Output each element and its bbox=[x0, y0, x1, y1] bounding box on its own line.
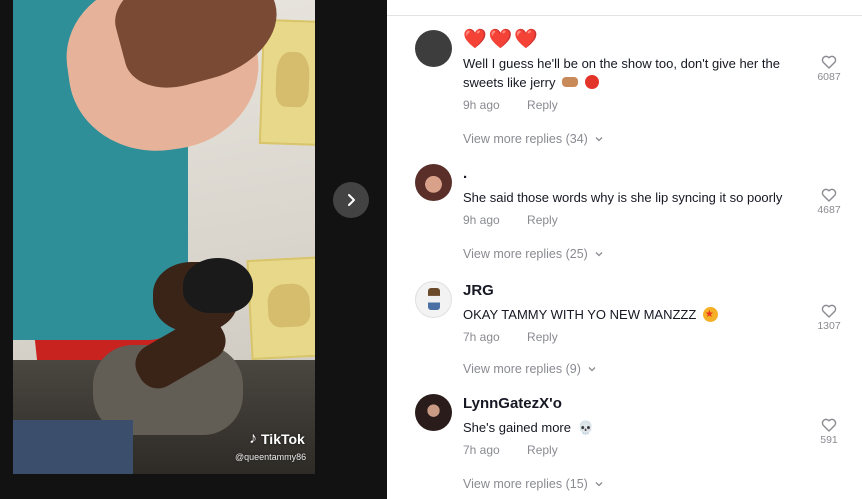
view-more-replies-label: View more replies (25) bbox=[463, 247, 588, 261]
comment-text: She's gained more bbox=[463, 420, 571, 435]
like-count: 6087 bbox=[817, 71, 841, 83]
view-more-replies[interactable]: View more replies (25) bbox=[463, 247, 604, 261]
view-more-replies-label: View more replies (9) bbox=[463, 362, 581, 376]
avatar[interactable] bbox=[415, 30, 452, 67]
comment-text-wrap: OKAY TAMMY WITH YO NEW MANZZZ bbox=[463, 305, 823, 324]
comment-text: OKAY TAMMY WITH YO NEW MANZZZ bbox=[463, 307, 697, 322]
like-count: 4687 bbox=[817, 204, 841, 216]
video-area: ♪ TikTok @queentammy86 bbox=[0, 0, 387, 499]
comments-panel[interactable]: ❤️❤️❤️ Well I guess he'll be on the show… bbox=[387, 15, 862, 499]
avatar[interactable] bbox=[415, 281, 452, 318]
tiktok-logo-icon: ♪ bbox=[249, 430, 257, 447]
like-count: 1307 bbox=[817, 320, 841, 332]
video-player[interactable]: ♪ TikTok @queentammy86 bbox=[13, 0, 315, 474]
chevron-down-icon bbox=[595, 482, 603, 487]
video-scene-picture-frame bbox=[246, 255, 315, 361]
comment-time: 7h ago bbox=[463, 330, 500, 344]
video-scene-jeans bbox=[13, 420, 133, 474]
reply-button[interactable]: Reply bbox=[527, 213, 558, 227]
comment-username[interactable]: . bbox=[463, 164, 823, 184]
view-more-replies[interactable]: View more replies (15) bbox=[463, 477, 604, 491]
avatar[interactable] bbox=[415, 164, 452, 201]
view-more-replies-label: View more replies (15) bbox=[463, 477, 588, 491]
video-scene-cap bbox=[183, 258, 253, 313]
like-button[interactable]: 6087 bbox=[809, 54, 849, 83]
like-button[interactable]: 1307 bbox=[809, 303, 849, 332]
chevron-down-icon bbox=[588, 367, 596, 372]
heart-outline-icon bbox=[821, 304, 837, 318]
comment-meta: 9h ago Reply bbox=[463, 211, 823, 229]
comment-meta: 7h ago Reply bbox=[463, 328, 823, 346]
comment-text-wrap: She's gained more 💀 bbox=[463, 418, 823, 437]
comment-text-wrap: Well I guess he'll be on the show too, d… bbox=[463, 54, 823, 92]
view-more-replies-label: View more replies (34) bbox=[463, 132, 588, 146]
reply-button[interactable]: Reply bbox=[527, 98, 558, 112]
star-struck-emoji-icon bbox=[702, 305, 718, 324]
comment-time: 7h ago bbox=[463, 443, 500, 457]
avatar[interactable] bbox=[415, 394, 452, 431]
tiktok-watermark: ♪ TikTok bbox=[249, 430, 305, 448]
view-more-replies[interactable]: View more replies (34) bbox=[463, 132, 604, 146]
like-count: 591 bbox=[820, 434, 838, 446]
reply-button[interactable]: Reply bbox=[527, 330, 558, 344]
comment-time: 9h ago bbox=[463, 98, 500, 112]
chevron-down-icon bbox=[595, 137, 603, 142]
comment-username[interactable]: LynnGatezX'o bbox=[463, 394, 823, 414]
tiktok-handle: @queentammy86 bbox=[235, 452, 307, 462]
like-button[interactable]: 4687 bbox=[809, 187, 849, 216]
chevron-down-icon bbox=[595, 252, 603, 257]
comment-meta: 7h ago Reply bbox=[463, 441, 823, 459]
chevron-right-icon bbox=[348, 194, 355, 206]
comment-text: Well I guess he'll be on the show too, d… bbox=[463, 56, 780, 90]
comment-username[interactable]: ❤️❤️❤️ bbox=[463, 30, 823, 50]
heart-outline-icon bbox=[821, 55, 837, 69]
fist-emoji-icon bbox=[562, 77, 579, 87]
comment-text: She said those words why is she lip sync… bbox=[463, 190, 783, 205]
skull-emoji-icon: 💀 bbox=[577, 420, 594, 435]
angry-face-emoji-icon bbox=[584, 75, 599, 89]
comment-username[interactable]: JRG bbox=[463, 281, 823, 301]
tiktok-watermark-text: TikTok bbox=[261, 431, 305, 447]
next-video-button[interactable] bbox=[333, 182, 369, 218]
view-more-replies[interactable]: View more replies (9) bbox=[463, 362, 597, 376]
heart-outline-icon bbox=[821, 418, 837, 432]
like-button[interactable]: 591 bbox=[809, 417, 849, 446]
heart-outline-icon bbox=[821, 188, 837, 202]
reply-button[interactable]: Reply bbox=[527, 443, 558, 457]
comment-time: 9h ago bbox=[463, 213, 500, 227]
comment-meta: 9h ago Reply bbox=[463, 96, 823, 114]
